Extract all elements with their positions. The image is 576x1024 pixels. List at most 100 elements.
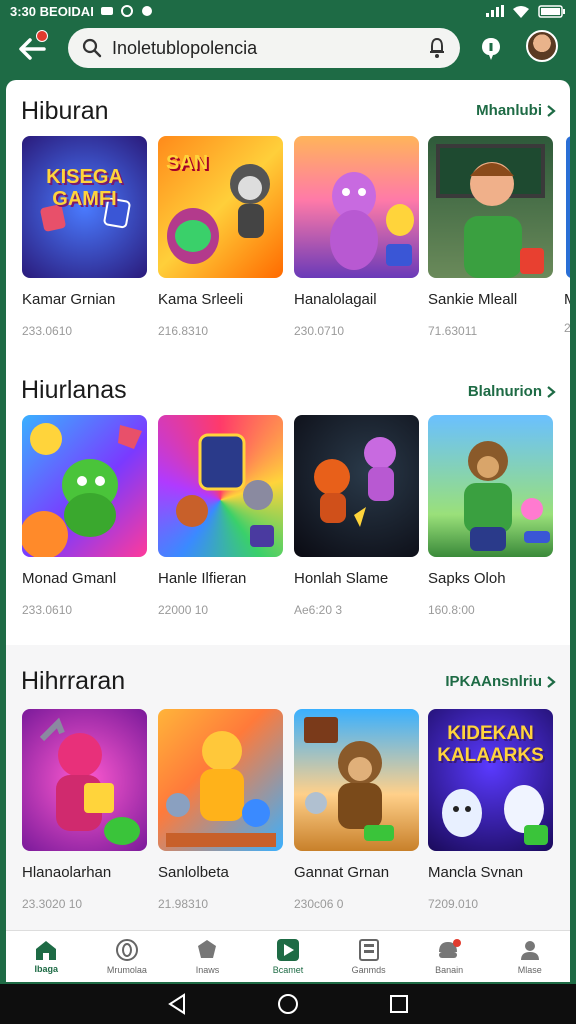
home-circle-icon[interactable] — [277, 993, 299, 1015]
game-thumbnail — [294, 136, 419, 278]
nav-item-ganmds[interactable]: Ganmds — [328, 931, 409, 982]
game-card[interactable]: Sankie Mleall 71.63011 — [428, 136, 553, 338]
see-more-link[interactable]: IPKAAnsnlriu — [445, 673, 556, 690]
settings-icon — [120, 5, 133, 17]
circle-icon — [115, 939, 138, 961]
section-title: Hihrraran — [21, 667, 126, 695]
game-meta: 2 — [564, 321, 570, 335]
back-triangle-icon[interactable] — [167, 993, 187, 1015]
nav-label: Mrumolaa — [106, 965, 147, 975]
play-store-icon — [277, 939, 300, 961]
game-title: Honlah Slame — [294, 570, 389, 587]
game-thumbnail: SAN — [158, 136, 283, 278]
notification-icon — [439, 939, 462, 958]
game-card[interactable]: Sanlolbeta 21.98310 — [158, 709, 283, 911]
game-thumbnail — [158, 415, 283, 557]
signal-icon — [486, 5, 504, 17]
person-icon — [520, 941, 539, 960]
notification-icon — [100, 7, 113, 15]
nav-item-mlase[interactable]: Mlase — [489, 931, 570, 982]
game-card[interactable]: Honlah Slame Ae6:20 3 — [294, 415, 419, 617]
help-icon[interactable] — [480, 36, 502, 62]
section-hiurlanas: Hiurlanas Blalnurion Monad Gmanl 233.061… — [6, 370, 570, 645]
avatar[interactable] — [526, 30, 558, 62]
game-meta: 230.0710 — [294, 324, 345, 338]
game-thumbnail: KISEGA GAMFI — [22, 136, 147, 278]
status-time: 3:30 BEOIDAI — [10, 3, 94, 19]
nav-label: Ibaga — [34, 964, 59, 974]
section-hiburan: Hiburan Mhanlubi KISEGA GAMFI Kamar Grni… — [6, 80, 570, 370]
game-thumbnail — [22, 709, 147, 851]
thumbnail-caption: KISEGA GAMFI — [46, 166, 123, 210]
game-title: Hanalolagail — [294, 291, 377, 308]
game-thumbnail — [294, 415, 419, 557]
system-navigation — [0, 984, 576, 1024]
section-title: Hiurlanas — [21, 376, 127, 404]
game-title: Gannat Grnan — [294, 864, 390, 881]
nav-item-bcamet[interactable]: Bcamet — [248, 931, 329, 982]
nav-item-mrumolaa[interactable]: Mrumolaa — [87, 931, 168, 982]
game-card[interactable]: Gannat Grnan 230c06 0 — [294, 709, 419, 911]
section-title: Hiburan — [21, 97, 109, 125]
nav-item-inaws[interactable]: Inaws — [167, 931, 248, 982]
chevron-right-icon — [547, 104, 556, 117]
game-card[interactable]: KISEGA GAMFI Kamar Grnian 233.0610 — [22, 136, 147, 338]
game-title: Kamar Grnian — [22, 291, 116, 308]
chevron-right-icon — [547, 675, 556, 688]
see-more-link[interactable]: Mhanlubi — [476, 102, 556, 119]
game-card[interactable]: KIDEKAN KALAARKS Mancla Svnan 7209.010 — [428, 709, 553, 911]
game-title: Mancla Svnan — [428, 864, 524, 881]
recents-square-icon[interactable] — [389, 994, 409, 1014]
nav-label: Bcamet — [272, 965, 304, 975]
see-more-label: IPKAAnsnlriu — [445, 673, 542, 690]
game-card[interactable]: Hlanaolarhan 23.3020 10 — [22, 709, 147, 911]
section-hihrraran: Hihrraran IPKAAnsnlriu Hlanaolarhan 23.3… — [6, 645, 570, 930]
nav-label: Inaws — [195, 965, 220, 975]
game-title: Hlanaolarhan — [22, 864, 112, 881]
game-card[interactable]: Hanle Ilfieran 22000 10 — [158, 415, 283, 617]
app-bar: Inoletublopolencia — [0, 22, 576, 78]
wifi-icon — [513, 5, 529, 18]
game-title: Sankie Mleall — [428, 291, 518, 308]
list-icon — [358, 939, 379, 961]
nav-label: Ganmds — [351, 965, 386, 975]
main-content: Hiburan Mhanlubi KISEGA GAMFI Kamar Grni… — [6, 80, 570, 930]
game-meta: 160.8:00 — [428, 603, 475, 617]
game-meta: 22000 10 — [158, 603, 209, 617]
see-more-label: Blalnurion — [467, 383, 542, 400]
nav-item-banain[interactable]: Banain — [409, 931, 490, 982]
game-title: Hanle Ilfieran — [158, 570, 247, 587]
game-card[interactable]: SAN Kama Srleeli 216.8310 — [158, 136, 283, 338]
game-card[interactable]: Monad Gmanl 233.0610 — [22, 415, 147, 617]
bottom-navigation: Ibaga Mrumolaa Inaws Bcamet Ganmds Banai… — [6, 930, 570, 982]
thumbnail-caption: KIDEKAN KALAARKS — [437, 723, 544, 766]
microphone-icon[interactable] — [428, 37, 446, 59]
game-thumbnail — [428, 415, 553, 557]
game-meta: 23.3020 10 — [22, 897, 83, 911]
game-thumbnail — [158, 709, 283, 851]
chevron-right-icon — [547, 385, 556, 398]
game-meta: 21.98310 — [158, 897, 209, 911]
game-card[interactable]: Sapks Oloh 160.8:00 — [428, 415, 553, 617]
game-thumbnail: KIDEKAN KALAARKS — [428, 709, 553, 851]
nav-item-ibaga[interactable]: Ibaga — [6, 931, 87, 982]
search-icon — [82, 38, 102, 58]
game-title: M — [564, 291, 570, 308]
nav-label: Mlase — [517, 965, 542, 975]
battery-icon — [538, 4, 565, 18]
home-icon — [36, 941, 57, 960]
game-thumbnail — [294, 709, 419, 851]
game-meta: 230c06 0 — [294, 897, 344, 911]
game-thumbnail — [428, 136, 553, 278]
game-card[interactable]: Hanalolagail 230.0710 — [294, 136, 419, 338]
game-meta: 7209.010 — [428, 897, 479, 911]
see-more-link[interactable]: Blalnurion — [468, 383, 556, 400]
game-title: Sanlolbeta — [158, 864, 229, 881]
game-meta: 71.63011 — [428, 324, 478, 338]
notification-badge — [36, 30, 48, 42]
search-bar[interactable]: Inoletublopolencia — [68, 28, 460, 68]
game-meta: 233.0610 — [22, 603, 73, 617]
thumbnail-caption: SAN — [166, 152, 209, 174]
search-input[interactable]: Inoletublopolencia — [112, 38, 428, 59]
game-card-peek[interactable] — [566, 136, 570, 278]
